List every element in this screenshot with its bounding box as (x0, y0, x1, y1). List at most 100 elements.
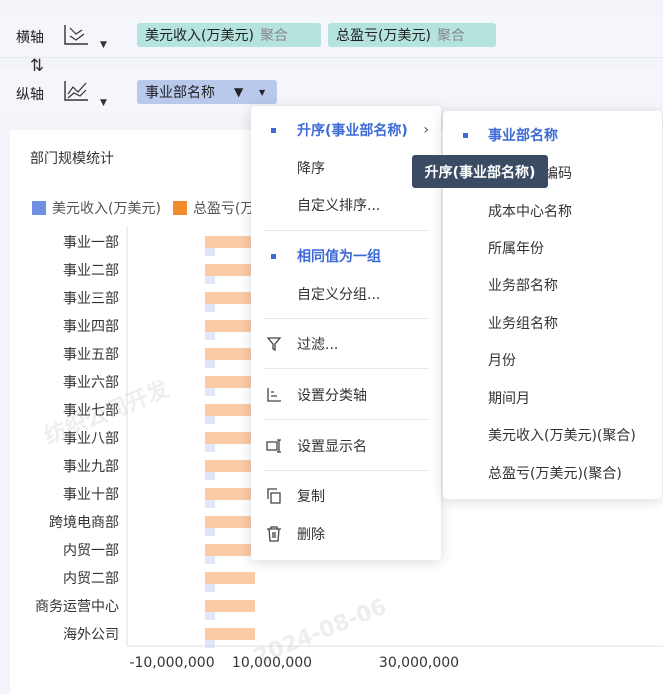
menu-divider (263, 419, 429, 420)
category-label: 事业六部 (63, 375, 119, 391)
submenu-item-period-month[interactable]: 期间月 (443, 382, 662, 414)
submenu-item-label: 月份 (488, 353, 516, 369)
submenu-item-month[interactable]: 月份 (443, 344, 662, 376)
y-axis-dropdown-icon[interactable]: ▼ (100, 98, 107, 108)
submenu-item-cost-center[interactable]: 成本中心名称 (443, 195, 662, 227)
x-field-pill-profit-name: 总盈亏(万美元) (336, 28, 431, 44)
menu-item-sort-desc-label: 降序 (297, 161, 325, 177)
bar-profit[interactable] (205, 236, 255, 248)
filter-icon (266, 337, 282, 352)
category-axis-icon (267, 388, 281, 402)
submenu-item-label: 业务部名称 (488, 278, 558, 294)
bar-profit[interactable] (205, 460, 255, 472)
menu-item-sort-asc-label: 升序(事业部名称) (297, 123, 408, 139)
menu-item-display-name-label: 设置显示名 (297, 439, 367, 455)
submenu-item-income[interactable]: 美元收入(万美元)(聚合) (443, 419, 662, 451)
menu-item-custom-group-label: 自定义分组... (297, 287, 381, 303)
menu-item-display-name[interactable]: 设置显示名 (251, 430, 441, 462)
bar-profit[interactable] (205, 544, 255, 556)
y-field-pill-department[interactable]: 事业部名称 ▼ ▼ (137, 80, 277, 104)
bar-income[interactable] (205, 556, 215, 564)
submenu-item-year[interactable]: 所属年份 (443, 232, 662, 264)
y-axis-chart-type-icon[interactable] (62, 78, 90, 104)
tooltip: 升序(事业部名称) (412, 155, 548, 188)
menu-item-delete-label: 删除 (297, 527, 325, 543)
x-axis-label: 横轴 (16, 30, 44, 46)
category-label: 事业十部 (63, 487, 119, 503)
selected-dot (271, 253, 276, 259)
bar-profit[interactable] (205, 292, 255, 304)
x-field-pill-income[interactable]: 美元收入(万美元) 聚合 (137, 23, 321, 47)
menu-item-custom-sort-label: 自定义排序... (297, 198, 381, 214)
bar-profit[interactable] (205, 572, 255, 584)
category-label: 事业五部 (63, 347, 119, 363)
bar-profit[interactable] (205, 404, 255, 416)
selected-dot (463, 132, 468, 138)
x-field-pill-income-agg: 聚合 (259, 28, 288, 44)
menu-divider (263, 230, 429, 231)
bar-income[interactable] (205, 388, 215, 396)
y-field-pill-department-name: 事业部名称 (145, 85, 215, 101)
x-tick-label: -10,000,000 (129, 655, 214, 671)
menu-item-copy[interactable]: 复制 (251, 480, 441, 512)
bar-income[interactable] (205, 612, 215, 620)
bar-profit[interactable] (205, 628, 255, 640)
bar-income[interactable] (205, 528, 215, 536)
bar-income[interactable] (205, 304, 215, 312)
x-axis-dropdown-icon[interactable]: ▼ (100, 40, 107, 50)
bar-income[interactable] (205, 444, 215, 452)
menu-item-delete[interactable]: 删除 (251, 518, 441, 550)
submenu-item-profit[interactable]: 总盈亏(万美元)(聚合) (443, 457, 662, 489)
menu-divider (263, 318, 429, 319)
bar-income[interactable] (205, 248, 215, 256)
x-field-pill-income-name: 美元收入(万美元) (145, 28, 254, 44)
y-axis-label: 纵轴 (16, 87, 44, 103)
submenu-item-label: 成本中心名称 (488, 204, 572, 220)
filter-icon[interactable]: ▼ (234, 85, 243, 99)
submenu-item-business-dept[interactable]: 业务部名称 (443, 269, 662, 301)
x-axis-chart-type-icon[interactable] (62, 22, 90, 48)
bar-income[interactable] (205, 276, 215, 284)
rename-icon (266, 439, 281, 453)
bar-profit[interactable] (205, 264, 255, 276)
bar-profit[interactable] (205, 348, 255, 360)
submenu-item-label: 所属年份 (488, 241, 544, 257)
bar-profit[interactable] (205, 516, 255, 528)
menu-divider (263, 470, 429, 471)
menu-item-filter[interactable]: 过滤... (251, 328, 441, 360)
category-label: 事业二部 (63, 263, 119, 279)
menu-item-custom-group[interactable]: 自定义分组... (251, 278, 441, 310)
bar-income[interactable] (205, 640, 215, 648)
menu-item-copy-label: 复制 (297, 489, 325, 505)
bar-income[interactable] (205, 584, 215, 592)
category-label: 内贸二部 (63, 571, 119, 587)
submenu-item-label: 编码 (544, 166, 572, 182)
selected-dot (271, 127, 276, 133)
bar-income[interactable] (205, 360, 215, 368)
menu-item-sort-asc[interactable]: 升序(事业部名称) › (251, 114, 441, 146)
swap-axes-icon[interactable]: ⇅ (22, 56, 52, 76)
bar-profit[interactable] (205, 600, 255, 612)
menu-item-custom-sort[interactable]: 自定义排序... (251, 189, 441, 221)
bar-income[interactable] (205, 500, 215, 508)
x-field-pill-profit[interactable]: 总盈亏(万美元) 聚合 (328, 23, 496, 47)
x-field-pill-profit-agg: 聚合 (436, 28, 465, 44)
category-label: 事业九部 (63, 459, 119, 475)
bar-profit[interactable] (205, 432, 255, 444)
bar-income[interactable] (205, 472, 215, 480)
submenu-item-business-group[interactable]: 业务组名称 (443, 307, 662, 339)
copy-icon (267, 488, 281, 504)
x-tick-label: 10,000,000 (232, 655, 312, 671)
bar-income[interactable] (205, 332, 215, 340)
menu-item-category-axis[interactable]: 设置分类轴 (251, 379, 441, 411)
bar-profit[interactable] (205, 488, 255, 500)
menu-item-group-same[interactable]: 相同值为一组 (251, 240, 441, 272)
bar-profit[interactable] (205, 320, 255, 332)
field-dropdown-icon[interactable]: ▼ (259, 88, 265, 97)
bar-profit[interactable] (205, 376, 255, 388)
bar-income[interactable] (205, 416, 215, 424)
submenu-item-label: 美元收入(万美元)(聚合) (488, 428, 636, 444)
submenu-item-department-name[interactable]: 事业部名称 (443, 119, 662, 151)
chevron-right-icon: › (423, 122, 429, 138)
submenu-item-label: 期间月 (488, 391, 530, 407)
